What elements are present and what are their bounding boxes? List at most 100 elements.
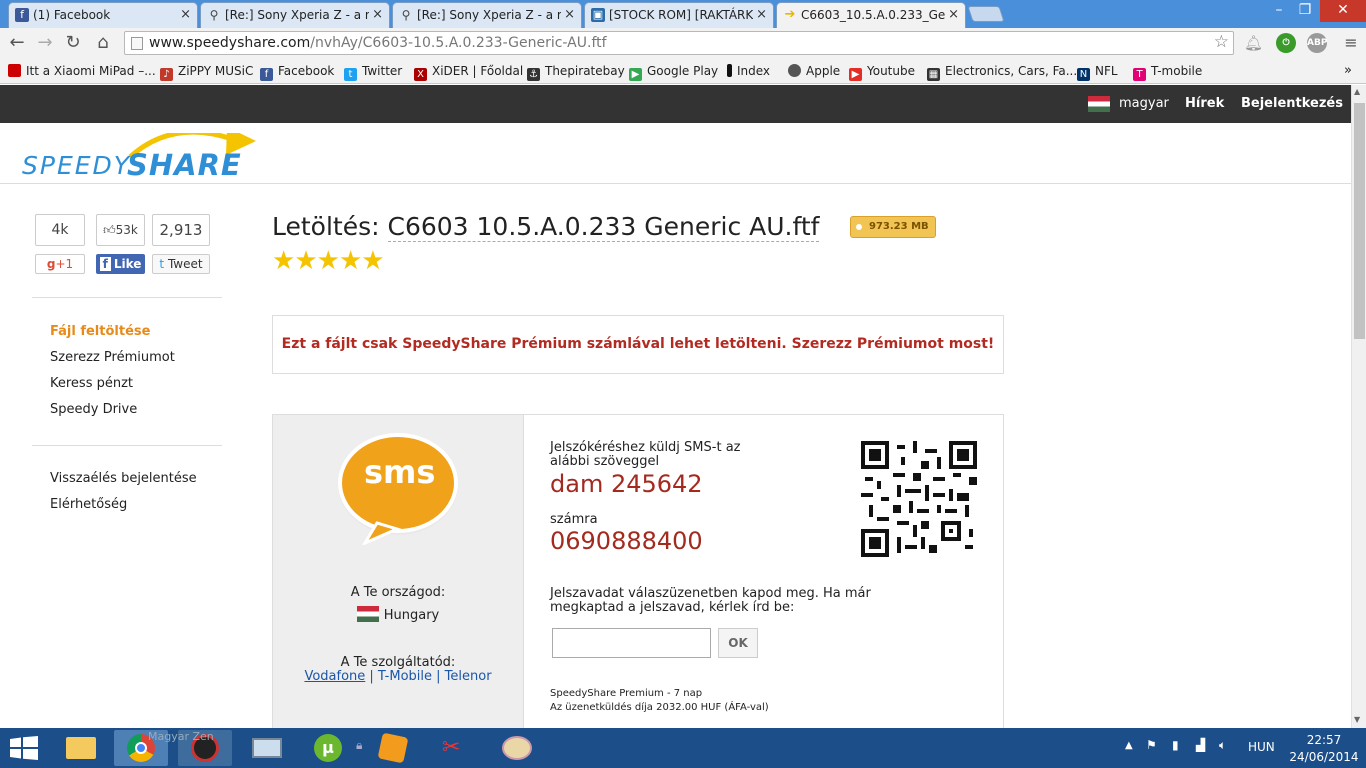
volume-icon[interactable]: 🔈︎ [1219, 738, 1226, 753]
tab-facebook[interactable]: f (1) Facebook × [8, 2, 198, 28]
vertical-scrollbar[interactable]: ▲ ▼ [1351, 85, 1366, 728]
maximize-button[interactable]: ❐ [1292, 0, 1318, 22]
bookmark-tmobile[interactable]: T T-mobile [1133, 62, 1202, 81]
extension-icon[interactable]: ⏻ [1276, 33, 1296, 53]
xda-icon: ▣ [591, 8, 605, 22]
back-button[interactable]: ← [6, 32, 28, 54]
tab-xperia-1[interactable]: ⚲ [Re:] Sony Xperia Z - a nagy × [200, 2, 390, 28]
news-link[interactable]: Hírek [1185, 96, 1224, 111]
bookmark-twitter[interactable]: t Twitter [344, 62, 402, 81]
sms-label: sms [364, 453, 436, 491]
bookmark-xiaomi[interactable]: Itt a Xiaomi MiPad –... [8, 62, 156, 80]
new-tab-button[interactable] [967, 6, 1005, 22]
fl-studio-icon[interactable] [366, 730, 420, 766]
tab-title: (1) Facebook [33, 8, 111, 22]
close-icon[interactable]: × [756, 3, 767, 27]
gplus-button[interactable]: g+1 [35, 254, 85, 274]
windows-start-icon[interactable] [10, 736, 38, 760]
bookmark-electronics[interactable]: ▦ Electronics, Cars, Fa... [927, 62, 1078, 81]
home-icon[interactable]: ⌂ [92, 32, 114, 54]
tab-stock-rom[interactable]: ▣ [STOCK ROM] [RAKTÁRKÉ × [584, 2, 774, 28]
scroll-down-icon[interactable]: ▼ [1354, 715, 1360, 724]
network-icon[interactable]: ▟ [1196, 738, 1205, 752]
utorrent-icon[interactable]: µ [302, 730, 356, 766]
tweet-button[interactable]: t Tweet [152, 254, 210, 274]
provider-vodafone[interactable]: Vodafone [304, 669, 365, 684]
snipping-tool-icon[interactable]: ✂ [428, 730, 482, 766]
bookmark-xider[interactable]: X XiDER | Főoldal [414, 62, 523, 81]
star-icon[interactable]: ☆ [1214, 31, 1229, 53]
sidebar-item-premium[interactable]: Szerezz Prémiumot [50, 350, 175, 376]
facebook-icon: f [99, 257, 111, 271]
tweet-label: Tweet [167, 257, 203, 271]
hungary-flag-icon [356, 606, 379, 622]
more-bookmarks-icon[interactable]: » [1344, 62, 1352, 80]
bookmark-googleplay[interactable]: ▶ Google Play [629, 62, 718, 81]
bookmark-youtube[interactable]: ▶ Youtube [849, 62, 915, 81]
sidebar-item-drive[interactable]: Speedy Drive [50, 402, 175, 428]
speedyshare-logo[interactable]: SPEEDY SHARE [22, 127, 262, 189]
address-bar[interactable]: www.speedyshare.com/nvhAy/C6603-10.5.A.0… [124, 31, 1234, 55]
premium-notice[interactable]: Ezt a fájlt csak SpeedyShare Prémium szá… [272, 315, 1004, 374]
close-window-button[interactable]: ✕ [1320, 0, 1366, 22]
file-explorer-icon[interactable] [54, 730, 108, 766]
menu-icon[interactable]: ≡ [1340, 32, 1362, 54]
nfl-icon: N [1077, 68, 1090, 81]
star-icon: ★ [316, 246, 340, 276]
sidebar-item-report[interactable]: Visszaélés bejelentése [50, 471, 197, 497]
sms-code: dam 245642 [550, 470, 703, 498]
provider-telenor[interactable]: Telenor [445, 669, 492, 684]
tab-speedyshare[interactable]: ➔ C6603_10.5.A.0.233_Generic × [776, 2, 966, 28]
provider-tmobile[interactable]: T-Mobile [378, 669, 432, 684]
lock-icon: 🔒︎ [356, 738, 363, 752]
tag-icon [856, 224, 862, 230]
scroll-thumb[interactable] [1354, 103, 1365, 339]
close-icon[interactable]: × [180, 3, 191, 27]
tray-up-icon[interactable]: ▲ [1125, 740, 1133, 751]
site-top-bar: magyar Hírek Bejelentkezés [0, 85, 1351, 123]
language-link[interactable]: magyar [1119, 96, 1169, 111]
battery-icon[interactable]: ▮ [1172, 738, 1179, 752]
sidebar-item-contact[interactable]: Elérhetőség [50, 497, 197, 523]
sidebar-menu-2: Visszaélés bejelentése Elérhetőség [50, 471, 197, 523]
speedyshare-icon: ➔ [784, 7, 796, 22]
paint-icon[interactable] [490, 730, 544, 766]
bookmark-label: Apple [806, 64, 841, 78]
xider-icon: X [414, 68, 427, 81]
bookmark-piratebay[interactable]: ⚓ Thepiratebay [527, 62, 625, 81]
tweet-count: 2,913 [152, 214, 210, 246]
file-size: 973.23 MB [869, 221, 929, 232]
minimize-button[interactable]: – [1266, 0, 1292, 22]
facebook-like-button[interactable]: f Like [96, 254, 145, 274]
sidebar-item-earn[interactable]: Keress pénzt [50, 376, 175, 402]
bookmark-label: Electronics, Cars, Fa... [945, 64, 1078, 78]
clock-time[interactable]: 22:57 [1289, 733, 1359, 747]
close-icon[interactable]: × [564, 3, 575, 27]
password-input[interactable] [552, 628, 711, 658]
forward-button[interactable]: → [34, 32, 56, 54]
task-manager-icon[interactable] [240, 730, 294, 766]
ebay-icon: ▦ [927, 68, 940, 81]
country-label: A Te országod: [350, 585, 446, 600]
close-icon[interactable]: × [372, 3, 383, 27]
bookmark-apple[interactable]: Apple [788, 62, 840, 80]
clock-date[interactable]: 24/06/2014 [1289, 750, 1359, 764]
bookmark-facebook[interactable]: f Facebook [260, 62, 334, 81]
reload-button[interactable]: ↻ [62, 32, 84, 54]
sidebar-item-upload[interactable]: Fájl feltöltése [50, 324, 175, 350]
bookmark-zippy[interactable]: ♪ ZiPPY MUSiC [160, 62, 253, 81]
xiaomi-icon [8, 64, 21, 77]
ok-button[interactable]: OK [718, 628, 758, 658]
bookmark-index[interactable]: Index [727, 62, 770, 80]
bell-icon[interactable]: 🔔︎ [1244, 34, 1263, 52]
login-link[interactable]: Bejelentkezés [1241, 96, 1343, 111]
close-icon[interactable]: × [948, 3, 959, 27]
provider-label: A Te szolgáltatód: [340, 655, 456, 670]
input-language[interactable]: HUN [1248, 740, 1275, 754]
tab-xperia-2[interactable]: ⚲ [Re:] Sony Xperia Z - a nagy × [392, 2, 582, 28]
hidden-window-label: Magyar Zen [148, 730, 214, 743]
scroll-up-icon[interactable]: ▲ [1354, 87, 1360, 96]
flag-icon[interactable]: ⚑ [1146, 738, 1157, 752]
adblock-icon[interactable]: ABP [1307, 33, 1327, 53]
bookmark-nfl[interactable]: N NFL [1077, 62, 1118, 81]
